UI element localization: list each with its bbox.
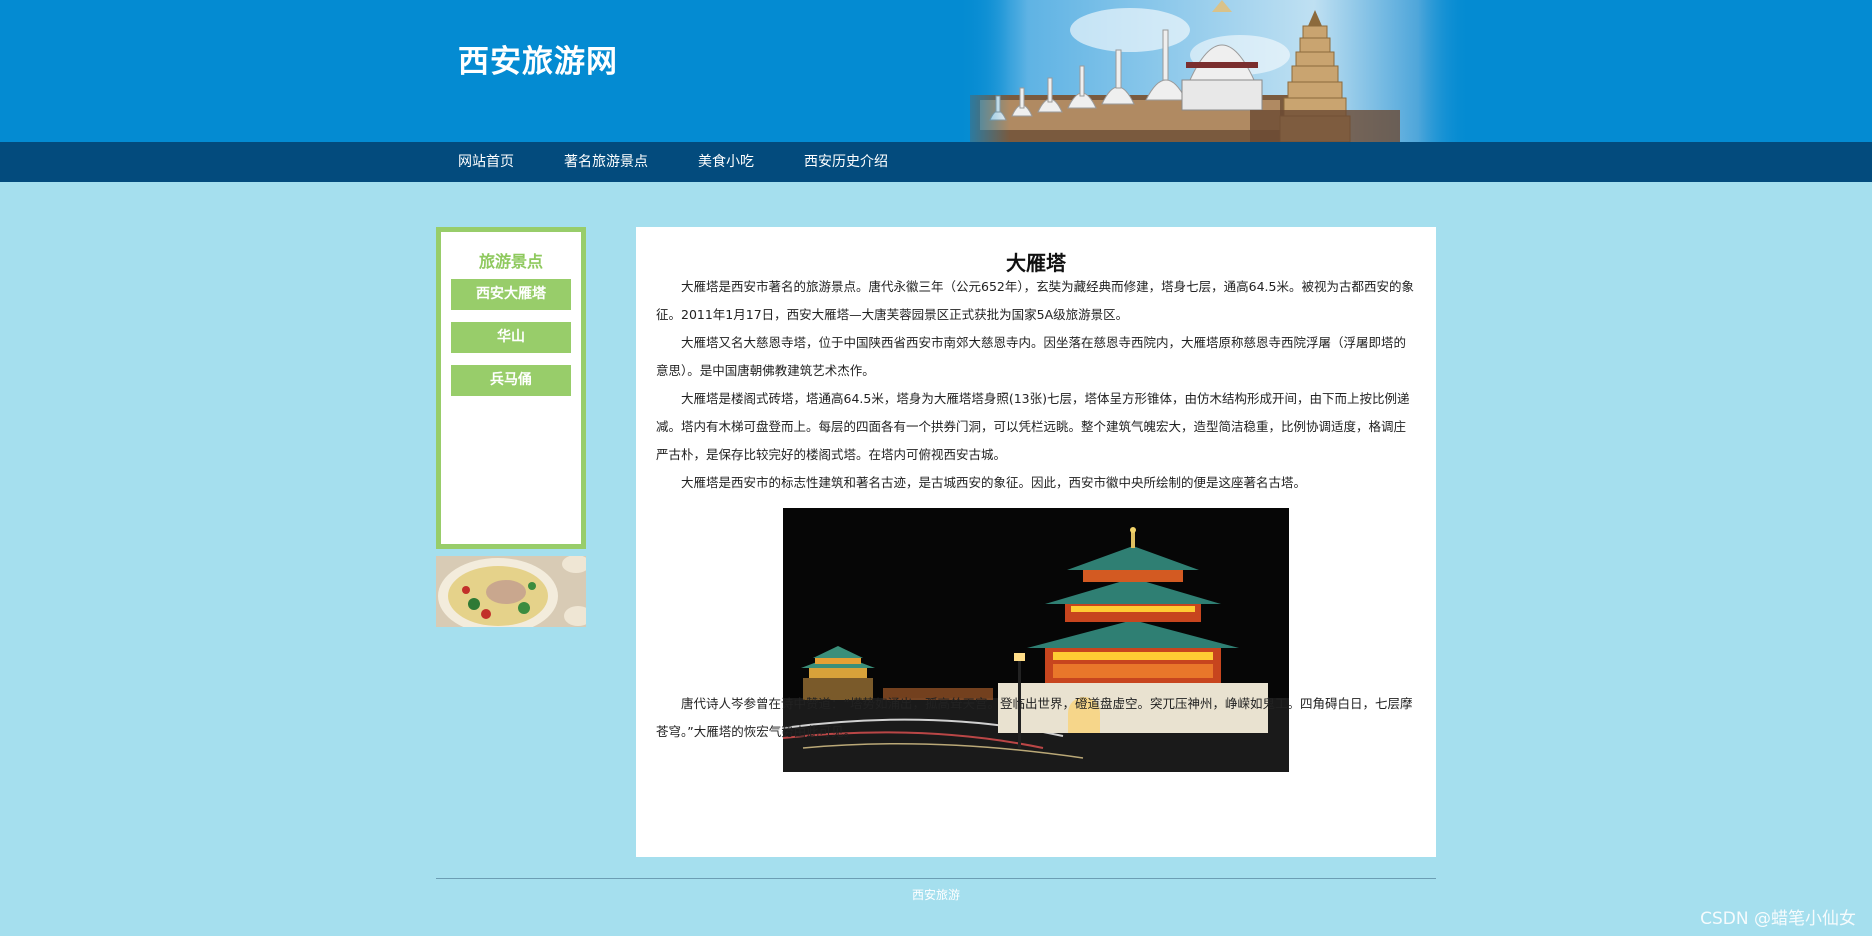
attractions-sidebar: 旅游景点 西安大雁塔 华山 兵马俑 bbox=[436, 227, 586, 549]
article-paragraph: 大雁塔是西安市的标志性建筑和著名古迹，是古城西安的象征。因此，西安市徽中央所绘制… bbox=[681, 475, 1307, 490]
article-paragraph: 唐代诗人岑参曾在诗中赞道：“塔势如涌出，孤高耸天宫。登临出世界，磴道盘虚空。突兀… bbox=[656, 696, 1413, 739]
sidebar-title: 旅游景点 bbox=[478, 252, 543, 271]
sidebar-item-terracotta[interactable]: 兵马俑 bbox=[451, 365, 571, 396]
article-title: 大雁塔 bbox=[1006, 251, 1066, 275]
article-content: 大雁塔 大雁塔是西安市著名的旅游景点。唐代永徽三年（公元652年），玄奘为藏经典… bbox=[636, 227, 1436, 857]
sidebar-item-dayanta[interactable]: 西安大雁塔 bbox=[451, 279, 571, 310]
article-paragraph: 大雁塔是西安市著名的旅游景点。唐代永徽三年（公元652年），玄奘为藏经典而修建，… bbox=[656, 279, 1414, 322]
footer-divider bbox=[436, 878, 1436, 879]
nav-item-food[interactable]: 美食小吃 bbox=[698, 142, 754, 182]
csdn-watermark: CSDN @蜡笔小仙女 bbox=[1700, 909, 1856, 929]
footer-text: 西安旅游 bbox=[911, 888, 960, 902]
article-paragraph: 大雁塔是楼阁式砖塔，塔通高64.5米，塔身为大雁塔塔身照(13张)七层，塔体呈方… bbox=[656, 391, 1410, 462]
nav-item-attractions[interactable]: 著名旅游景点 bbox=[564, 142, 648, 182]
nav-item-home[interactable]: 网站首页 bbox=[458, 142, 514, 182]
article-paragraph: 大雁塔又名大慈恩寺塔，位于中国陕西省西安市南郊大慈恩寺内。因坐落在慈恩寺西院内，… bbox=[656, 335, 1407, 378]
main-nav: 网站首页 著名旅游景点 美食小吃 西安历史介绍 bbox=[0, 142, 1872, 182]
food-image[interactable] bbox=[436, 556, 586, 627]
pagoda-banner-image bbox=[950, 0, 1470, 142]
site-logo-title[interactable]: 西安旅游网 bbox=[458, 36, 618, 81]
sidebar-item-huashan[interactable]: 华山 bbox=[451, 322, 571, 353]
nav-item-history[interactable]: 西安历史介绍 bbox=[804, 142, 888, 182]
site-header: 西安旅游网 bbox=[0, 0, 1872, 142]
